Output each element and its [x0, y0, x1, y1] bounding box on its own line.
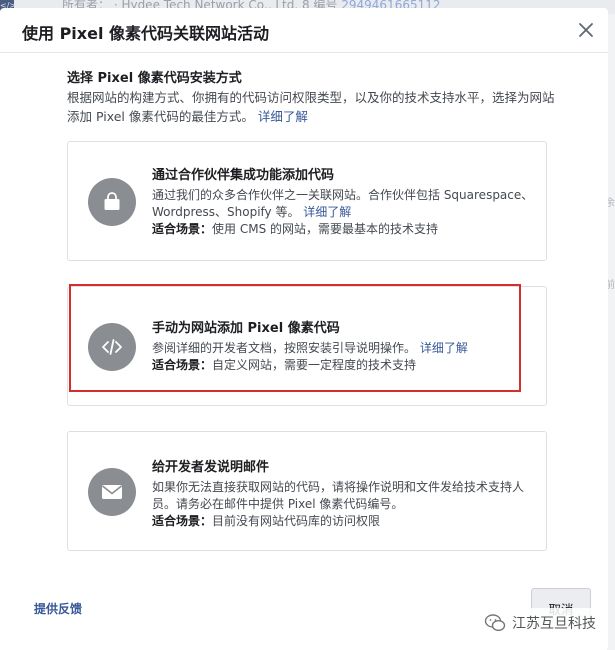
- scenario-text: 目前没有网站代码库的访问权限: [212, 514, 381, 528]
- option-card-body: 给开发者发说明邮件 如果你无法直接获取网站的代码，请将操作说明和文件发给技术支持…: [152, 456, 537, 530]
- option-card-title: 手动为网站添加 Pixel 像素代码: [152, 321, 340, 336]
- close-button[interactable]: [576, 20, 596, 40]
- title-divider: [0, 52, 608, 53]
- option-card-title: 通过合作伙伴集成功能添加代码: [152, 168, 335, 183]
- scenario-label: 适合场景：: [152, 514, 213, 528]
- section-title: 选择 Pixel 像素代码安装方式: [67, 71, 242, 86]
- option-card-title: 给开发者发说明邮件: [152, 460, 270, 475]
- wechat-icon: [484, 614, 506, 632]
- give-feedback-link[interactable]: 提供反馈: [34, 600, 82, 617]
- option-card-manual-install[interactable]: 手动为网站添加 Pixel 像素代码 参阅详细的开发者文档，按照安装引导说明操作…: [67, 286, 547, 406]
- scenario-label: 适合场景：: [152, 358, 213, 372]
- watermark-text: 江苏互旦科技: [512, 616, 596, 632]
- option-card-learn-more-link[interactable]: 详细了解: [420, 341, 468, 355]
- close-icon: [579, 23, 593, 37]
- section-description: 根据网站的构建方式、你拥有的代码访问权限类型，以及你的技术支持水平，选择为网站添…: [67, 88, 557, 126]
- section-description-text: 根据网站的构建方式、你拥有的代码访问权限类型，以及你的技术支持水平，选择为网站添…: [67, 90, 555, 124]
- option-card-body: 手动为网站添加 Pixel 像素代码 参阅详细的开发者文档，按照安装引导说明操作…: [152, 317, 537, 374]
- envelope-icon: [88, 468, 136, 516]
- option-card-scenario: 适合场景：目前没有网站代码库的访问权限: [152, 513, 537, 530]
- option-card-description-text: 如果你无法直接获取网站的代码，请将操作说明和文件发给技术支持人员。请务必在邮件中…: [152, 480, 525, 511]
- scenario-text: 自定义网站，需要一定程度的技术支持: [212, 358, 417, 372]
- section-learn-more-link[interactable]: 详细了解: [258, 109, 308, 124]
- option-card-learn-more-link[interactable]: 详细了解: [303, 205, 351, 219]
- option-card-description: 通过我们的众多合作伙伴之一关联网站。合作伙伴包括 Squarespace、Wor…: [152, 187, 537, 221]
- background-page-right-edge: 余 前: [605, 14, 615, 650]
- option-card-scenario: 适合场景：自定义网站，需要一定程度的技术支持: [152, 357, 537, 374]
- scenario-text: 使用 CMS 的网站，需要最基本的技术支持: [212, 222, 438, 236]
- scenario-label: 适合场景：: [152, 222, 213, 236]
- option-card-description: 如果你无法直接获取网站的代码，请将操作说明和文件发给技术支持人员。请务必在邮件中…: [152, 479, 537, 513]
- option-card-description-text: 参阅详细的开发者文档，按照安装引导说明操作。: [152, 341, 417, 355]
- shopping-bag-icon: [88, 178, 136, 226]
- option-card-email-developer[interactable]: 给开发者发说明邮件 如果你无法直接获取网站的代码，请将操作说明和文件发给技术支持…: [67, 431, 547, 551]
- pixel-setup-dialog: 使用 Pixel 像素代码关联网站活动 选择 Pixel 像素代码安装方式 根据…: [0, 8, 608, 650]
- watermark: 江苏互旦科技: [478, 608, 602, 638]
- option-card-body: 通过合作伙伴集成功能添加代码 通过我们的众多合作伙伴之一关联网站。合作伙伴包括 …: [152, 164, 537, 238]
- dialog-title: 使用 Pixel 像素代码关联网站活动: [22, 24, 270, 43]
- option-card-partner-integration[interactable]: 通过合作伙伴集成功能添加代码 通过我们的众多合作伙伴之一关联网站。合作伙伴包括 …: [67, 141, 547, 261]
- code-icon: [88, 323, 136, 371]
- option-card-description: 参阅详细的开发者文档，按照安装引导说明操作。 详细了解: [152, 340, 537, 357]
- option-card-scenario: 适合场景：使用 CMS 的网站，需要最基本的技术支持: [152, 221, 537, 238]
